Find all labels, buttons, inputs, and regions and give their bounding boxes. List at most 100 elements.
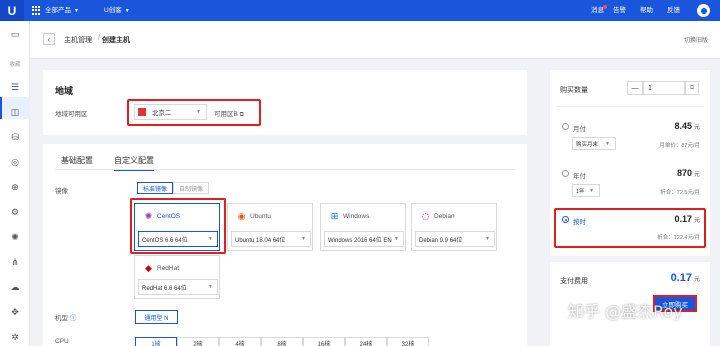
cpu-option-16[interactable]: 16核 (303, 337, 345, 346)
compass-icon[interactable]: ✥ (9, 307, 21, 319)
tab-divider (55, 169, 515, 170)
os-name: Ubuntu (250, 213, 271, 220)
image-label: 镜像 (55, 188, 68, 195)
breadcrumb-separator: / (98, 35, 100, 42)
chevron-down-icon: ▼ (208, 284, 213, 290)
breadcrumb: ‹ 主机管理 / 创建主机 切换旧版 (30, 21, 720, 59)
messages-link[interactable]: 消息 (591, 0, 608, 21)
os-name: RedHat (157, 265, 180, 272)
zone-label: 地域可用区 (55, 111, 88, 118)
os-version-select[interactable]: RedHat 6.6 64位 ▼ (138, 279, 218, 295)
cpu-option-24[interactable]: 24核 (345, 337, 387, 346)
alerts-link[interactable]: 告警 (613, 0, 626, 21)
chevron-down-icon: ▼ (394, 236, 399, 242)
messages-label: 消息 (591, 7, 604, 14)
top-navigation-bar: U 全部产品 ▼ U创客 ▼ 消息 告警 帮助 反馈 (0, 0, 720, 21)
cpu-option-8[interactable]: 8核 (261, 337, 303, 346)
region-title: 地域 (55, 86, 74, 96)
tab-basic-config[interactable]: 基础配置 (61, 155, 93, 166)
zone-b-option[interactable]: 可用区B ⧉ (214, 108, 244, 119)
monthly-radio[interactable] (562, 123, 569, 130)
payment-price-value: 0.17 (670, 272, 692, 284)
os-name: Debian (434, 213, 455, 220)
all-products-menu[interactable]: 全部产品 ▼ (45, 0, 79, 21)
os-version-select[interactable]: Debian 9.9 64位 ▼ (415, 231, 495, 247)
os-card-ubuntu[interactable]: ◉ Ubuntu Ubuntu 18.04 64位 ▼ (227, 203, 313, 251)
hub-icon[interactable]: ✺ (9, 232, 21, 244)
cube-icon[interactable]: ◫ (9, 107, 21, 119)
quantity-copy-icon[interactable]: ⧉ (685, 81, 699, 95)
yearly-duration-value: 1年 (576, 188, 585, 195)
ucloud-logo[interactable]: U (0, 0, 24, 21)
hourly-price-value: 0.17 (674, 214, 692, 224)
database-icon[interactable]: ⛁ (9, 132, 21, 144)
page-title: 创建主机 (102, 37, 130, 44)
yearly-price-value: 870 (676, 168, 692, 178)
quantity-label: 购买数量 (560, 87, 588, 94)
quantity-input[interactable]: 1 (643, 81, 685, 95)
cloud-icon[interactable]: ☁ (9, 282, 21, 294)
yearly-radio[interactable] (562, 170, 569, 177)
os-card-windows[interactable]: ⊞ Windows Windows 2016 64位 EN ▼ (320, 203, 406, 251)
hourly-radio[interactable] (562, 216, 569, 223)
cpu-option-32[interactable]: 32核 (387, 337, 429, 346)
os-version: RedHat 6.6 64位 (142, 285, 187, 292)
server-list-icon[interactable]: ☰ (9, 82, 21, 94)
yearly-price-unit: 元 (693, 172, 700, 178)
hourly-label: 按时 (573, 219, 586, 226)
copy-icon: ⧉ (239, 112, 244, 118)
machine-type-button[interactable]: 通用型 N (135, 310, 178, 324)
monthly-duration-select[interactable]: 购买月末 ▼ (572, 137, 616, 150)
monitor-icon[interactable]: ▭ (9, 29, 21, 41)
project-selector[interactable]: U创客 ▼ (104, 0, 130, 21)
tab-custom-image[interactable]: 自制镜像 (173, 182, 209, 194)
feedback-link[interactable]: 反馈 (667, 0, 680, 21)
help-circle-icon[interactable]: ⓘ (70, 315, 77, 322)
region-panel (43, 70, 527, 135)
yearly-price: 870 元 (640, 168, 700, 178)
quantity-decrease-button[interactable]: — (627, 81, 643, 95)
ubuntu-logo-icon: ◉ (237, 211, 246, 222)
yearly-label: 年付 (573, 173, 586, 180)
gear-icon[interactable]: ⚙ (9, 207, 21, 219)
chevron-down-icon: ▼ (74, 8, 79, 14)
chevron-down-icon: ▼ (301, 236, 306, 242)
cpu-option-4[interactable]: 4核 (219, 337, 261, 346)
tab-standard-image[interactable]: 标准镜像 (137, 182, 173, 194)
settings-icon[interactable]: ✲ (9, 332, 21, 344)
chevron-down-icon: ▼ (605, 140, 610, 147)
redhat-logo-icon: ◆ (145, 263, 152, 274)
help-link[interactable]: 帮助 (640, 0, 653, 21)
chevron-down-icon: ▼ (196, 109, 201, 115)
os-version-select[interactable]: Ubuntu 18.04 64位 ▼ (231, 231, 311, 247)
breadcrumb-host-management[interactable]: 主机管理 (64, 35, 92, 45)
user-avatar[interactable] (697, 4, 710, 17)
payment-price: 0.17 元 (630, 272, 700, 284)
os-card-debian[interactable]: ◌ Debian Debian 9.9 64位 ▼ (411, 203, 497, 251)
os-version: Windows 2016 64位 EN (328, 237, 392, 244)
network-node-icon[interactable]: ⊕ (9, 182, 21, 194)
project-label: U创客 (104, 7, 122, 14)
chevron-down-icon: ▼ (485, 236, 490, 242)
grid-menu-icon[interactable] (32, 6, 41, 15)
payment-price-unit: 元 (693, 277, 700, 283)
cpu-option-2[interactable]: 2核 (177, 337, 219, 346)
os-card-redhat[interactable]: ◆ RedHat RedHat 6.6 64位 ▼ (134, 255, 220, 299)
os-name: Windows (343, 213, 370, 220)
yearly-duration-select[interactable]: 1年 ▼ (572, 184, 600, 197)
centos-highlight-box (130, 198, 226, 254)
monthly-price-unit: 元 (693, 125, 700, 131)
back-button[interactable]: ‹ (43, 33, 55, 45)
monthly-note: 月单价：87元/月 (659, 143, 700, 149)
hourly-price-unit: 元 (693, 218, 700, 224)
chevron-left-icon: ‹ (47, 34, 51, 44)
cpu-option-1[interactable]: 1核 (135, 337, 177, 346)
debian-logo-icon: ◌ (421, 211, 430, 222)
monthly-price-value: 8.45 (674, 121, 692, 131)
os-version-select[interactable]: Windows 2016 64位 EN ▼ (324, 231, 404, 247)
topology-icon[interactable]: ⋔ (9, 257, 21, 269)
os-version: Ubuntu 18.04 64位 (235, 237, 286, 244)
chevron-down-icon: ▼ (589, 187, 594, 194)
switch-old-version-link[interactable]: 切换旧版 (684, 35, 708, 44)
target-icon[interactable]: ◎ (9, 157, 21, 169)
